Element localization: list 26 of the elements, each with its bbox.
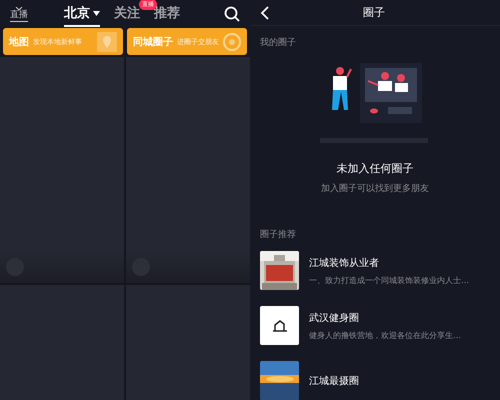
circle-name: 江城最摄圈 (309, 374, 359, 388)
circle-list-item[interactable]: 武汉健身圈 健身人的撸铁营地，欢迎各位在此分享生… (260, 306, 490, 345)
video-placeholder[interactable] (0, 57, 124, 283)
section-label: 我的圈子 (259, 36, 297, 50)
circle-description: 健身人的撸铁营地，欢迎各位在此分享生… (309, 330, 461, 340)
map-pin-icon (97, 32, 117, 52)
circle-description: 一、致力打造成一个同城装饰装修业内人士… (309, 274, 469, 286)
caret-icon (93, 10, 100, 16)
banner-title: 地图 (9, 36, 29, 48)
empty-title: 未加入任何圈子 (336, 161, 414, 176)
back-icon[interactable] (260, 6, 270, 20)
live-button[interactable]: 直播 (10, 6, 28, 22)
circle-icon (223, 32, 241, 50)
circle-name: 江城装饰从业者 (309, 256, 380, 270)
empty-subtitle: 加入圈子可以找到更多朋友 (321, 182, 429, 196)
screen-title: 圈子 (362, 5, 386, 20)
tab[interactable]: 关注 (114, 1, 140, 27)
search-icon[interactable] (224, 6, 240, 22)
circle-list-item[interactable]: 江城装饰从业者 一、致力打造成一个同城装饰装修业内人士… (260, 251, 490, 290)
banner-title: 同城圈子 (133, 36, 173, 48)
antenna-icon (13, 6, 25, 10)
circle-list-item[interactable]: 江城最摄圈 (260, 361, 490, 400)
tab[interactable]: 推荐 (154, 1, 180, 27)
circle-name: 武汉健身圈 (309, 312, 360, 324)
video-placeholder[interactable] (126, 57, 250, 283)
section-label: 圈子推荐 (259, 228, 297, 241)
